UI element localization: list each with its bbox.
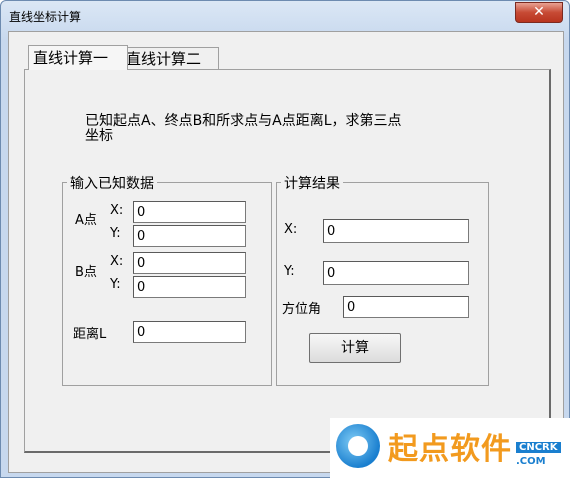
input-group-legend: 输入已知数据	[67, 173, 157, 193]
input-data-group: 输入已知数据 A点 X: Y: B点 X: Y: 距离L	[62, 173, 272, 386]
tab-line-calc-1[interactable]: 直线计算一	[28, 45, 128, 70]
point-b-label: B点	[75, 265, 97, 280]
a-x-input[interactable]	[133, 201, 246, 223]
distance-input[interactable]	[133, 321, 246, 343]
azimuth-label: 方位角	[282, 302, 322, 317]
result-x-label: X:	[284, 222, 298, 237]
window-title: 直线坐标计算	[9, 10, 82, 24]
title-bar[interactable]: 直线坐标计算 ✕	[1, 1, 569, 31]
a-y-input[interactable]	[133, 225, 246, 247]
distance-label: 距离L	[73, 327, 107, 342]
result-group-legend: 计算结果	[281, 173, 343, 193]
watermark-brand: 起点软件	[388, 432, 512, 467]
result-group: 计算结果 X: Y: 方位角 计算	[276, 173, 489, 386]
result-y-label: Y:	[284, 264, 295, 279]
tab-label: 直线计算一	[33, 49, 109, 67]
cncrk-logo-icon	[336, 424, 380, 468]
tab-label: 直线计算二	[126, 50, 202, 68]
site-watermark: 起点软件 CNCRK .COM	[330, 418, 570, 478]
result-y-output[interactable]	[323, 261, 469, 285]
result-x-output[interactable]	[323, 219, 469, 243]
tab-panel: 已知起点A、终点B和所求点与A点距离L，求第三点坐标 输入已知数据 A点 X: …	[24, 69, 551, 453]
a-x-label: X:	[110, 203, 124, 218]
app-window: 直线坐标计算 ✕ 直线计算一 直线计算二 已知起点A、终点B和所求点与A点距离L…	[0, 0, 570, 478]
close-button[interactable]: ✕	[515, 2, 563, 23]
watermark-tag: CNCRK	[516, 442, 561, 453]
dialog-client-area: 直线计算一 直线计算二 已知起点A、终点B和所求点与A点距离L，求第三点坐标 输…	[8, 31, 564, 473]
tab-line-calc-2[interactable]: 直线计算二	[121, 47, 219, 70]
problem-description: 已知起点A、终点B和所求点与A点距离L，求第三点坐标	[85, 113, 402, 144]
b-x-label: X:	[110, 254, 124, 269]
calculate-button[interactable]: 计算	[309, 333, 401, 363]
a-y-label: Y:	[110, 226, 121, 241]
b-y-input[interactable]	[133, 276, 246, 298]
b-y-label: Y:	[110, 277, 121, 292]
b-x-input[interactable]	[133, 252, 246, 274]
close-icon: ✕	[533, 4, 545, 20]
azimuth-output[interactable]	[343, 296, 469, 318]
watermark-domain: .COM	[516, 456, 546, 467]
point-a-label: A点	[75, 213, 97, 228]
